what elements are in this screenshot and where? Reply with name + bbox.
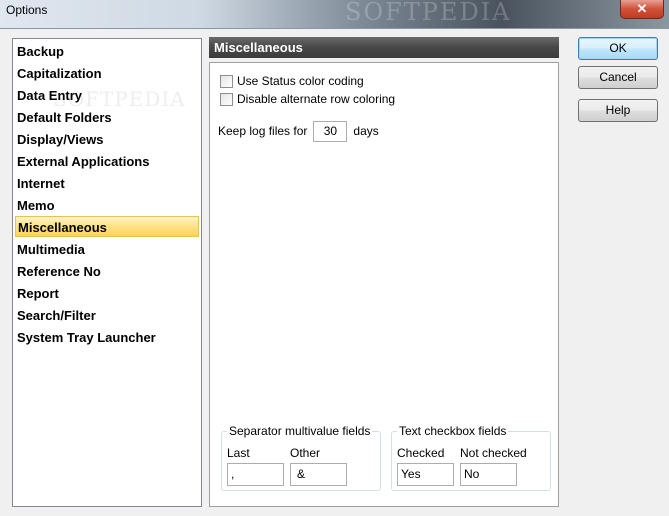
sidebar-item-reference-no[interactable]: Reference No: [15, 261, 199, 282]
alternate-row-coloring-checkbox[interactable]: [220, 92, 233, 106]
sidebar-item-capitalization[interactable]: Capitalization: [15, 63, 199, 84]
help-button[interactable]: Help: [578, 99, 658, 122]
options-category-list[interactable]: SOFTPEDIA Backup Capitalization Data Ent…: [12, 38, 202, 507]
title-bar[interactable]: Options SOFTPEDIA ✕: [0, 0, 669, 28]
text-checkbox-group-title: Text checkbox fields: [397, 424, 509, 438]
sidebar-item-multimedia[interactable]: Multimedia: [15, 239, 199, 260]
sidebar-item-search-filter[interactable]: Search/Filter: [15, 305, 199, 326]
separator-group-title: Separator multivalue fields: [227, 424, 373, 438]
not-checked-value-input[interactable]: No: [460, 463, 517, 486]
dialog-client-area: SOFTPEDIA Backup Capitalization Data Ent…: [0, 28, 669, 516]
sidebar-item-external-applications[interactable]: External Applications: [15, 151, 199, 172]
log-days-input[interactable]: 30: [313, 120, 348, 142]
sidebar-item-backup[interactable]: Backup: [15, 41, 199, 62]
separator-other-input[interactable]: &: [290, 463, 347, 486]
sidebar-item-report[interactable]: Report: [15, 283, 199, 304]
separator-last-label: Last: [227, 446, 250, 460]
close-icon: ✕: [636, 1, 648, 16]
checked-label: Checked: [397, 446, 445, 460]
title-watermark: SOFTPEDIA: [345, 0, 512, 26]
sidebar-item-memo[interactable]: Memo: [15, 195, 199, 216]
miscellaneous-panel: Use Status color coding Disable alternat…: [209, 62, 559, 507]
sidebar-item-miscellaneous[interactable]: Miscellaneous: [15, 216, 199, 237]
log-retention-prefix: Keep log files for: [218, 124, 308, 138]
log-retention-suffix: days: [353, 124, 379, 138]
checked-value-input[interactable]: Yes: [397, 463, 454, 486]
status-color-coding-option[interactable]: Use Status color coding: [220, 73, 364, 89]
cancel-button[interactable]: Cancel: [578, 66, 658, 89]
sidebar-item-internet[interactable]: Internet: [15, 173, 199, 194]
text-checkbox-group: Text checkbox fields Checked Not checked…: [391, 424, 551, 491]
ok-button[interactable]: OK: [578, 37, 658, 60]
log-retention-row: Keep log files for 30 days: [218, 119, 379, 143]
close-button[interactable]: ✕: [620, 0, 664, 19]
separator-multivalue-group: Separator multivalue fields Last Other ,…: [221, 424, 381, 491]
separator-other-label: Other: [290, 446, 321, 460]
separator-last-input[interactable]: ,: [227, 463, 284, 486]
sidebar-item-display-views[interactable]: Display/Views: [15, 129, 199, 150]
panel-header: Miscellaneous: [209, 37, 559, 58]
sidebar-item-system-tray-launcher[interactable]: System Tray Launcher: [15, 327, 199, 348]
alternate-row-coloring-label: Disable alternate row coloring: [237, 92, 396, 106]
sidebar-item-data-entry[interactable]: Data Entry: [15, 85, 199, 106]
window-title: Options: [6, 3, 48, 17]
status-color-coding-checkbox[interactable]: [220, 74, 233, 88]
status-color-coding-label: Use Status color coding: [237, 74, 364, 88]
sidebar-item-default-folders[interactable]: Default Folders: [15, 107, 199, 128]
not-checked-label: Not checked: [460, 446, 527, 460]
alternate-row-coloring-option[interactable]: Disable alternate row coloring: [220, 91, 395, 107]
